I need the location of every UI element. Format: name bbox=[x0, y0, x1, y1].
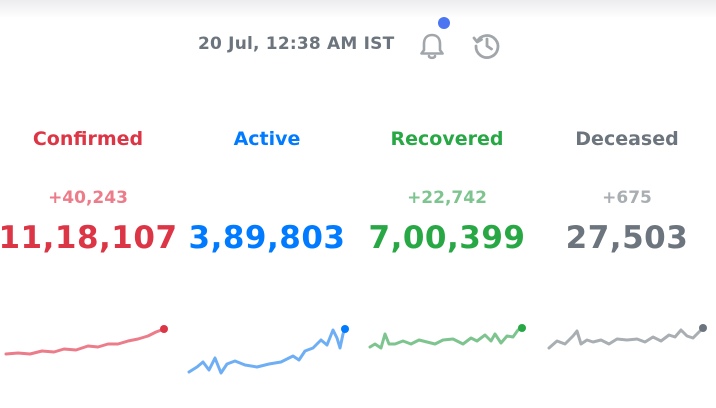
stat-total: 27,503 bbox=[565, 220, 689, 256]
stat-label: Recovered bbox=[390, 128, 504, 150]
stat-label: Confirmed bbox=[32, 128, 144, 150]
stat-total: 3,89,803 bbox=[188, 220, 346, 256]
sparkline-recovered bbox=[368, 324, 526, 350]
stat-confirmed[interactable]: Confirmed +40,243 11,18,107 bbox=[0, 128, 178, 368]
bell-icon[interactable] bbox=[415, 29, 449, 63]
stat-label: Active bbox=[233, 128, 301, 150]
stat-active[interactable]: Active 3,89,803 bbox=[177, 128, 357, 375]
stat-delta: +675 bbox=[602, 188, 652, 208]
header-bar: 20 Jul, 12:38 AM IST bbox=[0, 17, 716, 66]
stat-deceased[interactable]: Deceased +675 27,503 bbox=[537, 128, 716, 368]
notification-dot bbox=[438, 17, 450, 29]
history-icon[interactable] bbox=[471, 29, 503, 61]
top-shade bbox=[0, 0, 716, 18]
sparkline-active bbox=[187, 325, 349, 375]
stat-total: 11,18,107 bbox=[0, 220, 178, 256]
sparkline-confirmed bbox=[4, 325, 168, 356]
stat-recovered[interactable]: Recovered +22,742 7,00,399 bbox=[357, 128, 537, 368]
last-updated-timestamp: 20 Jul, 12:38 AM IST bbox=[198, 34, 395, 54]
stat-delta: +40,243 bbox=[48, 188, 128, 208]
stat-delta: +22,742 bbox=[407, 188, 487, 208]
stat-total: 7,00,399 bbox=[368, 220, 526, 256]
stat-label: Deceased bbox=[575, 128, 679, 150]
sparkline-deceased bbox=[547, 324, 707, 350]
